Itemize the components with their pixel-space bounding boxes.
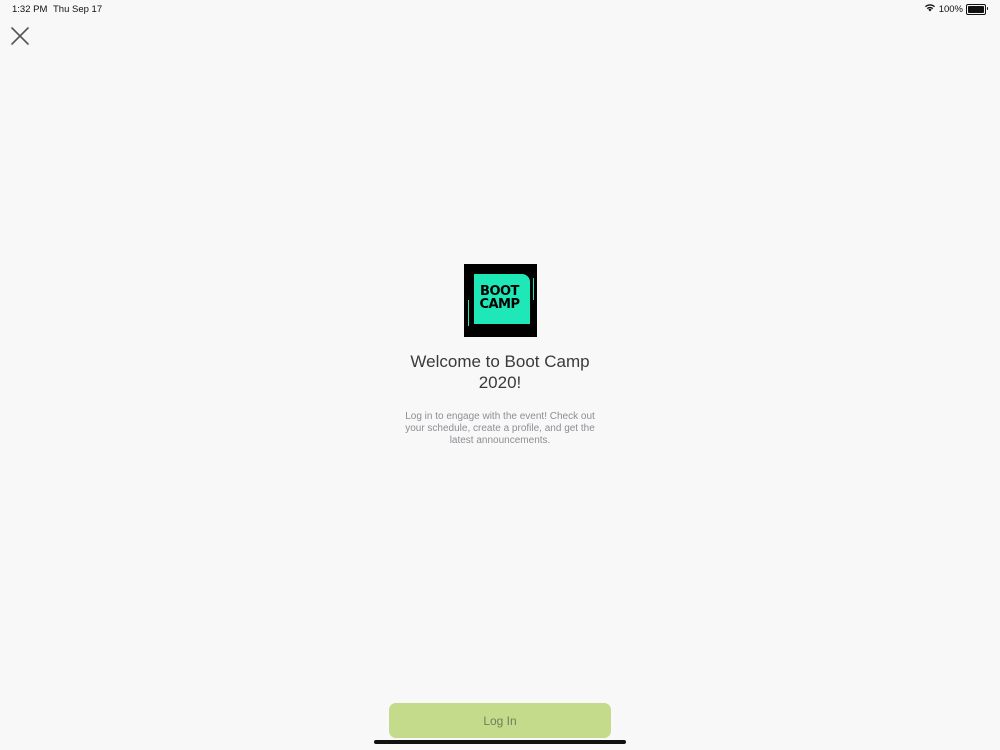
wifi-icon xyxy=(924,3,936,15)
login-button[interactable]: Log In xyxy=(389,703,611,738)
logo-text-line2: CAMP xyxy=(479,297,520,312)
home-indicator xyxy=(374,740,626,744)
battery-icon xyxy=(966,3,988,15)
login-button-label: Log In xyxy=(483,713,517,728)
battery-percent: 100% xyxy=(938,3,963,15)
boot-camp-logo: BOOT CAMP xyxy=(463,264,537,337)
status-time: 1:32 PM xyxy=(12,4,48,15)
logo-arrow-left xyxy=(467,300,469,326)
status-date: Thu Sep 17 xyxy=(53,4,103,15)
logo-arrow-right xyxy=(532,278,534,300)
welcome-subtitle: Log in to engage with the event! Check o… xyxy=(405,411,595,446)
welcome-title: Welcome to Boot Camp 2020! xyxy=(410,352,590,392)
welcome-section: BOOT CAMP Welcome to Boot Camp 2020! Log… xyxy=(0,264,1000,447)
logo-text: BOOT CAMP xyxy=(477,285,523,311)
status-indicators: 100% xyxy=(924,3,988,15)
close-icon xyxy=(11,26,29,50)
close-button[interactable] xyxy=(9,26,31,50)
status-bar: 1:32 PM Thu Sep 17 100% xyxy=(0,0,1000,18)
